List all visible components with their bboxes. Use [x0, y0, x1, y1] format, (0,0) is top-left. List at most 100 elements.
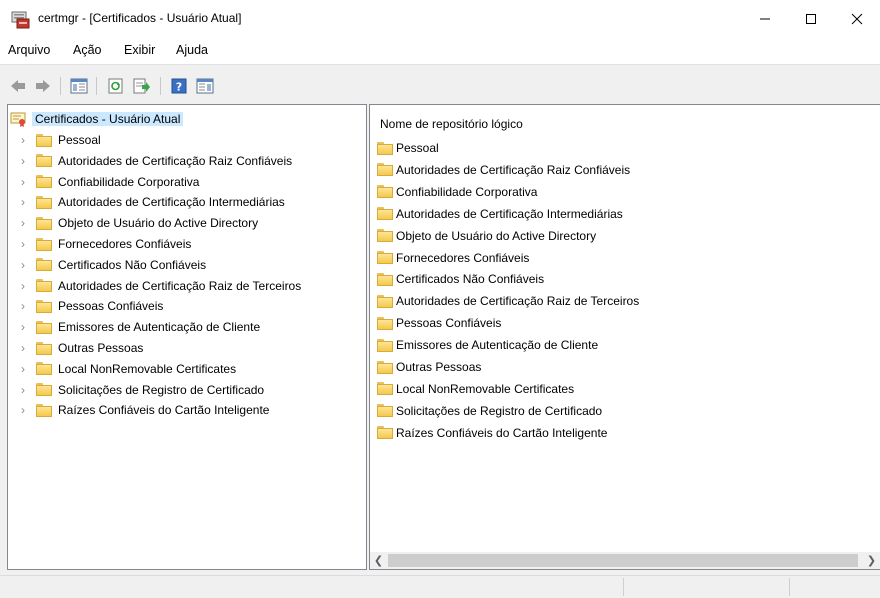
- list-item-label: Emissores de Autenticação de Cliente: [396, 338, 599, 353]
- chevron-right-icon[interactable]: ›: [18, 214, 28, 232]
- list-item[interactable]: Solicitações de Registro de Certificado: [377, 402, 602, 420]
- tree-item-label: Confiabilidade Corporativa: [58, 174, 200, 189]
- chevron-right-icon[interactable]: ›: [18, 152, 28, 170]
- horizontal-scrollbar[interactable]: ❮ ❯: [370, 552, 880, 569]
- tree-item[interactable]: › Raízes Confiáveis do Cartão Inteligente: [18, 401, 269, 419]
- minimize-button[interactable]: [742, 0, 788, 38]
- folder-icon: [377, 185, 393, 199]
- list-item[interactable]: Pessoal: [377, 139, 439, 157]
- tree-item-label: Outras Pessoas: [58, 341, 144, 355]
- chevron-right-icon[interactable]: ›: [18, 256, 28, 274]
- list-item[interactable]: Autoridades de Certificação Intermediári…: [377, 205, 623, 223]
- tree-item[interactable]: › Autoridades de Certificação Raiz de Ter…: [18, 277, 301, 295]
- menu-arquivo[interactable]: Arquivo: [8, 43, 50, 57]
- folder-icon: [36, 258, 52, 272]
- tree-item[interactable]: › Solicitações de Registro de Certificado: [18, 381, 264, 399]
- list-item-label: Autoridades de Certificação Raiz Confiáv…: [396, 162, 631, 177]
- status-bar: [0, 575, 880, 598]
- tree-item[interactable]: › Certificados Não Confiáveis: [18, 256, 206, 274]
- folder-icon: [377, 272, 393, 286]
- tree-item[interactable]: › Confiabilidade Corporativa: [18, 173, 199, 191]
- chevron-right-icon[interactable]: ›: [18, 235, 28, 253]
- tree-item-label: Raízes Confiáveis do Cartão Inteligente: [58, 403, 270, 418]
- chevron-right-icon[interactable]: ›: [18, 318, 28, 336]
- list-item-label: Objeto de Usuário do Active Directory: [396, 228, 597, 243]
- folder-icon: [377, 207, 393, 221]
- menu-exibir[interactable]: Exibir: [124, 43, 155, 57]
- folder-icon: [377, 163, 393, 177]
- menu-ajuda[interactable]: Ajuda: [176, 43, 208, 57]
- chevron-right-icon[interactable]: ›: [18, 381, 28, 399]
- tree-item[interactable]: › Fornecedores Confiáveis: [18, 235, 191, 253]
- folder-icon: [36, 403, 52, 417]
- help-icon[interactable]: ?: [170, 78, 188, 94]
- back-icon[interactable]: [9, 78, 27, 94]
- list-item[interactable]: Objeto de Usuário do Active Directory: [377, 227, 596, 245]
- list-pane[interactable]: Nome de repositório lógico Pessoal Autori…: [369, 104, 880, 570]
- tree-item-label: Local NonRemovable Certificates: [58, 361, 237, 376]
- folder-icon: [36, 383, 52, 397]
- chevron-right-icon[interactable]: ›: [18, 297, 28, 315]
- tree-root-label: Certificados - Usuário Atual: [32, 112, 184, 126]
- list-item[interactable]: Raízes Confiáveis do Cartão Inteligente: [377, 424, 607, 442]
- tree-item[interactable]: › Objeto de Usuário do Active Directory: [18, 214, 258, 232]
- list-item-label: Confiabilidade Corporativa: [396, 184, 538, 199]
- refresh-icon[interactable]: [107, 78, 125, 94]
- list-item-label: Pessoal: [396, 141, 439, 155]
- column-header[interactable]: Nome de repositório lógico: [380, 117, 523, 131]
- tree-item[interactable]: › Autoridades de Certificação Intermediár…: [18, 193, 285, 211]
- chevron-right-icon[interactable]: ›: [18, 277, 28, 295]
- status-section: [789, 578, 880, 596]
- folder-icon: [377, 229, 393, 243]
- list-item[interactable]: Pessoas Confiáveis: [377, 314, 501, 332]
- window-title: certmgr - [Certificados - Usuário Atual]: [38, 11, 242, 25]
- list-item[interactable]: Autoridades de Certificação Raiz de Terc…: [377, 292, 639, 310]
- chevron-right-icon[interactable]: ›: [18, 360, 28, 378]
- menu-acao[interactable]: Ação: [73, 43, 102, 57]
- tree-pane[interactable]: Certificados - Usuário Atual › Pessoal › Au…: [7, 104, 367, 570]
- chevron-right-icon[interactable]: ›: [18, 173, 28, 191]
- close-button[interactable]: [834, 0, 880, 38]
- folder-icon: [36, 341, 52, 355]
- tree-item-label: Autoridades de Certificação Raiz Confiáv…: [58, 153, 293, 168]
- maximize-button[interactable]: [788, 0, 834, 38]
- forward-icon[interactable]: [34, 78, 52, 94]
- show-hide-action-pane-icon[interactable]: [196, 78, 214, 94]
- tree-root[interactable]: Certificados - Usuário Atual: [10, 110, 184, 128]
- chevron-right-icon[interactable]: ›: [18, 401, 28, 419]
- folder-icon: [36, 299, 52, 313]
- certmgr-app-icon[interactable]: [11, 11, 31, 29]
- folder-icon: [377, 382, 393, 396]
- scroll-left-icon[interactable]: ❮: [370, 552, 387, 569]
- scrollbar-thumb[interactable]: [388, 554, 858, 567]
- tree-item-label: Pessoal: [58, 133, 101, 147]
- list-item-label: Certificados Não Confiáveis: [396, 272, 545, 287]
- tree-item[interactable]: › Pessoas Confiáveis: [18, 297, 163, 315]
- tree-item[interactable]: › Local NonRemovable Certificates: [18, 360, 236, 378]
- folder-icon: [377, 426, 393, 440]
- tree-item[interactable]: › Emissores de Autenticação de Cliente: [18, 318, 260, 336]
- toolbar-separator: [96, 77, 97, 95]
- list-item[interactable]: Autoridades de Certificação Raiz Confiáv…: [377, 161, 630, 179]
- list-item[interactable]: Outras Pessoas: [377, 358, 481, 376]
- list-item[interactable]: Local NonRemovable Certificates: [377, 380, 574, 398]
- folder-icon: [36, 175, 52, 189]
- list-item[interactable]: Emissores de Autenticação de Cliente: [377, 336, 598, 354]
- chevron-right-icon[interactable]: ›: [18, 131, 28, 149]
- folder-icon: [377, 251, 393, 264]
- list-item[interactable]: Fornecedores Confiáveis: [377, 249, 529, 267]
- tree-item[interactable]: › Autoridades de Certificação Raiz Confiá…: [18, 152, 292, 170]
- export-list-icon[interactable]: [133, 78, 151, 94]
- tree-item-label: Certificados Não Confiáveis: [58, 257, 207, 272]
- chevron-right-icon[interactable]: ›: [18, 193, 28, 211]
- list-item-label: Fornecedores Confiáveis: [396, 250, 530, 265]
- tree-item[interactable]: › Pessoal: [18, 131, 101, 149]
- list-item[interactable]: Certificados Não Confiáveis: [377, 270, 544, 288]
- list-item[interactable]: Confiabilidade Corporativa: [377, 183, 537, 201]
- show-hide-tree-icon[interactable]: [70, 78, 88, 94]
- tree-item-label: Pessoas Confiáveis: [58, 299, 164, 314]
- chevron-right-icon[interactable]: ›: [18, 339, 28, 357]
- tree-item[interactable]: › Outras Pessoas: [18, 339, 143, 357]
- tree-item-label: Fornecedores Confiáveis: [58, 237, 192, 251]
- scroll-right-icon[interactable]: ❯: [863, 552, 880, 569]
